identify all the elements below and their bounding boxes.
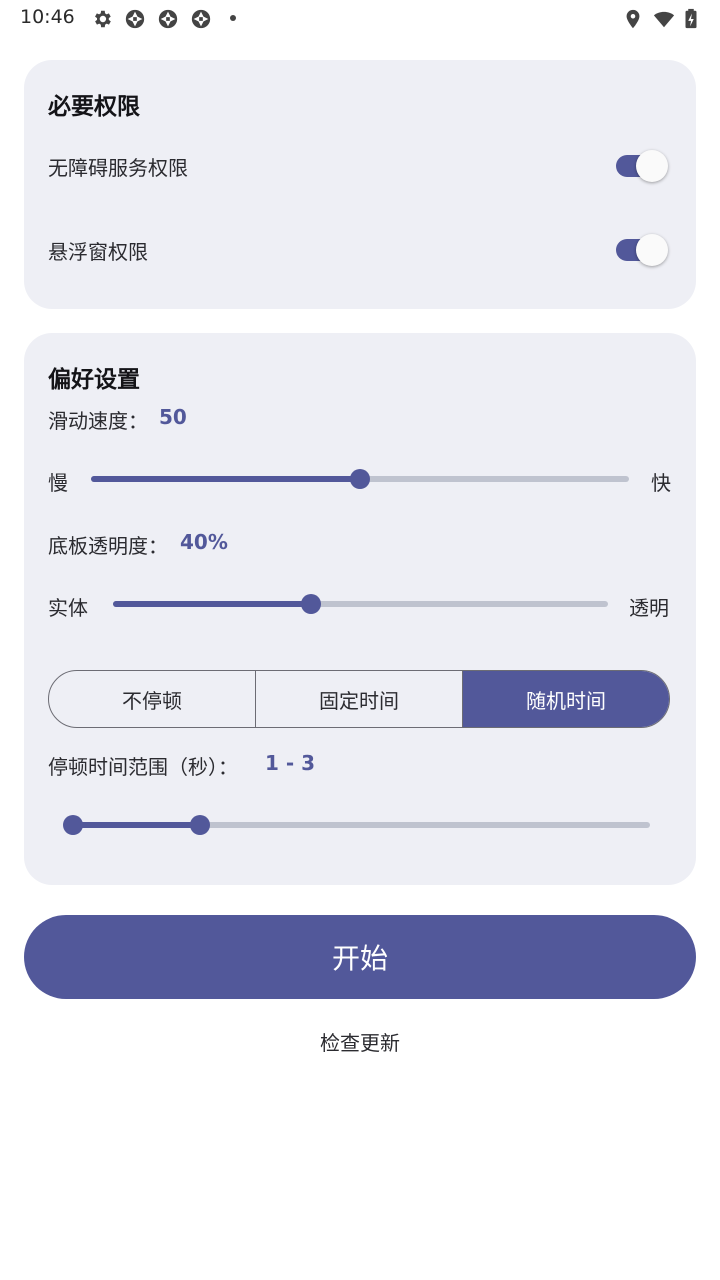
pause-mode-selector: 不停顿 固定时间 随机时间 [48,670,670,728]
slider-fill [113,601,311,607]
preferences-title: 偏好设置 [48,367,140,393]
app-icon [191,9,211,29]
permissions-title: 必要权限 [48,94,140,120]
slider-fill [91,476,360,482]
switch-thumb [636,234,668,266]
switch-thumb [636,150,668,182]
wifi-icon [653,11,675,28]
opacity-min-label: 实体 [48,596,88,620]
slider-knob[interactable] [301,594,321,614]
status-time: 10:46 [20,6,75,28]
opacity-max-label: 透明 [629,596,669,620]
pause-mode-fixed[interactable]: 固定时间 [256,671,463,727]
check-update-link[interactable]: 检查更新 [0,1027,720,1056]
overlay-permission-switch[interactable] [616,234,668,266]
slider-fill [73,822,200,828]
app-icon [125,9,145,29]
speed-slider[interactable] [91,469,629,489]
opacity-label: 底板透明度： [48,534,168,558]
opacity-slider[interactable] [113,594,608,614]
pause-mode-random[interactable]: 随机时间 [463,671,669,727]
permissions-card: 必要权限 无障碍服务权限 悬浮窗权限 [24,60,696,309]
opacity-value: 40% [180,530,228,554]
speed-value: 50 [159,405,187,429]
range-low-knob[interactable] [63,815,83,835]
status-bar: 10:46 [0,0,720,36]
speed-min-label: 慢 [48,471,68,495]
pause-range-slider[interactable] [63,815,650,835]
dot-icon [230,15,236,21]
speed-max-label: 快 [651,471,671,495]
pause-range-value: 1 - 3 [265,751,316,775]
app-icon [158,9,178,29]
location-icon [626,9,640,29]
accessibility-permission-switch[interactable] [616,150,668,182]
range-high-knob[interactable] [189,815,210,835]
speed-label: 滑动速度： [48,409,148,433]
battery-icon [685,8,697,29]
start-button[interactable]: 开始 [24,915,696,999]
slider-knob[interactable] [350,469,370,489]
accessibility-permission-label: 无障碍服务权限 [48,156,188,180]
pause-mode-none[interactable]: 不停顿 [49,671,256,727]
overlay-permission-label: 悬浮窗权限 [48,240,148,264]
gear-icon [95,10,111,28]
pause-range-label: 停顿时间范围（秒）： [48,755,238,779]
preferences-card: 偏好设置 滑动速度： 50 慢 快 底板透明度： 40% 实体 透明 不停顿 固… [24,333,696,885]
